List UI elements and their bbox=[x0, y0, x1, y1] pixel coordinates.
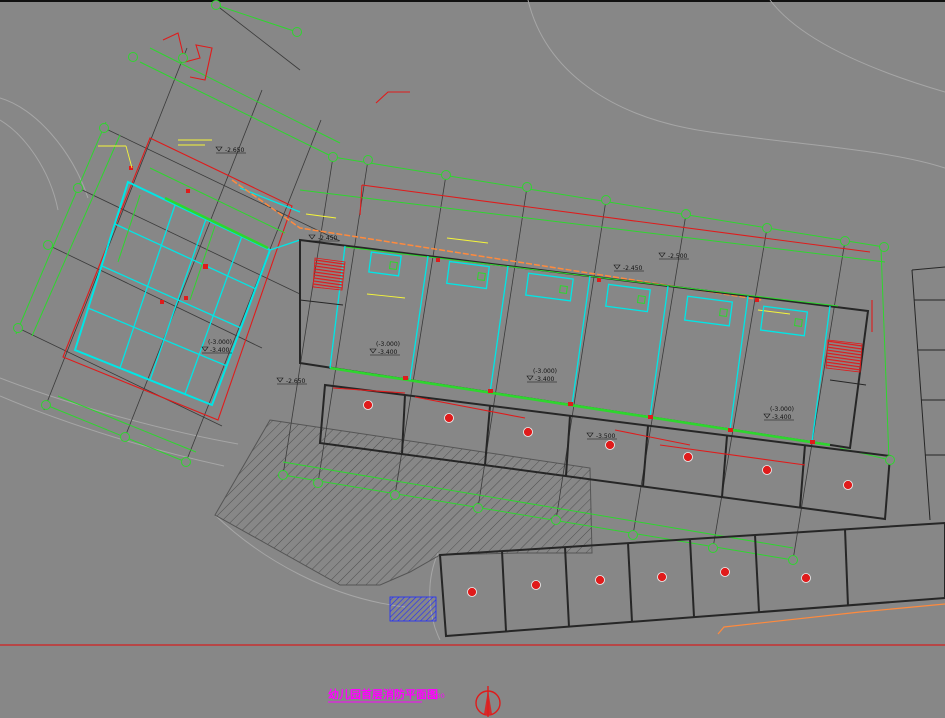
axis-bubble bbox=[441, 170, 451, 180]
axis-bubble bbox=[128, 52, 138, 62]
axis-bubble bbox=[278, 470, 288, 480]
elevation-label: -3.400 bbox=[772, 414, 792, 421]
elevation-label: -3.400 bbox=[378, 349, 398, 356]
room-marker bbox=[720, 567, 730, 577]
room-marker bbox=[363, 400, 373, 410]
axis-bubble bbox=[885, 455, 895, 465]
axis-bubble bbox=[628, 530, 638, 540]
stair-right bbox=[825, 339, 863, 373]
axis-bubble bbox=[328, 152, 338, 162]
axis-bubble bbox=[363, 155, 373, 165]
room-marker bbox=[531, 580, 541, 590]
axis-bubble bbox=[73, 183, 83, 193]
room-marker bbox=[523, 427, 533, 437]
drawing-title-block: 幼儿园首层消防平面图 1:100 bbox=[328, 687, 445, 703]
room-marker bbox=[801, 573, 811, 583]
elevation-label: -3.500 bbox=[596, 433, 616, 440]
cad-drawing-canvas[interactable]: -2.650 -2.450 -2.450 -2.500 (-3.000) -3.… bbox=[0, 0, 945, 718]
axis-bubble bbox=[708, 543, 718, 553]
axis-bubble bbox=[99, 123, 109, 133]
axis-bubble bbox=[181, 457, 191, 467]
elevation-label: (-3.000) bbox=[533, 368, 557, 375]
axis-bubble bbox=[211, 0, 221, 10]
elevation-label: -3.400 bbox=[210, 347, 230, 354]
elevation-label: (-3.000) bbox=[770, 406, 794, 413]
room-marker bbox=[467, 587, 477, 597]
elevation-label: -2.650 bbox=[225, 147, 245, 154]
axis-bubble bbox=[178, 53, 188, 63]
elevation-label: -3.400 bbox=[535, 376, 555, 383]
axis-bubble bbox=[473, 503, 483, 513]
elevation-label: (-3.000) bbox=[376, 341, 400, 348]
blue-hatched-area bbox=[389, 596, 437, 622]
axis-bubble bbox=[522, 182, 532, 192]
axis-bubble bbox=[41, 400, 51, 410]
elevation-label: (-3.000) bbox=[208, 339, 232, 346]
drawing-title: 幼儿园首层消防平面图 bbox=[328, 687, 438, 701]
axis-bubble bbox=[292, 27, 302, 37]
room-marker bbox=[683, 452, 693, 462]
axis-bubble bbox=[313, 478, 323, 488]
elevation-label: -2.450 bbox=[318, 235, 338, 242]
axis-bubble bbox=[681, 209, 691, 219]
room-marker bbox=[444, 413, 454, 423]
axis-bubble bbox=[390, 490, 400, 500]
axis-bubble bbox=[879, 242, 889, 252]
axis-bubble bbox=[762, 223, 772, 233]
elevation-label: -2.650 bbox=[286, 378, 306, 385]
room-marker bbox=[762, 465, 772, 475]
model-space-background bbox=[0, 0, 945, 718]
axis-bubble bbox=[120, 432, 130, 442]
axis-bubble bbox=[601, 195, 611, 205]
room-marker bbox=[595, 575, 605, 585]
room-marker bbox=[605, 440, 615, 450]
axis-bubble bbox=[551, 515, 561, 525]
axis-bubble bbox=[840, 236, 850, 246]
drawing-scale: 1:100 bbox=[426, 692, 445, 700]
room-marker bbox=[843, 480, 853, 490]
stair-left bbox=[312, 257, 346, 291]
axis-bubble bbox=[43, 240, 53, 250]
room-marker bbox=[657, 572, 667, 582]
elevation-label: -2.500 bbox=[668, 253, 688, 260]
elevation-label: -2.450 bbox=[623, 265, 643, 272]
axis-bubble bbox=[788, 555, 798, 565]
axis-bubble bbox=[13, 323, 23, 333]
